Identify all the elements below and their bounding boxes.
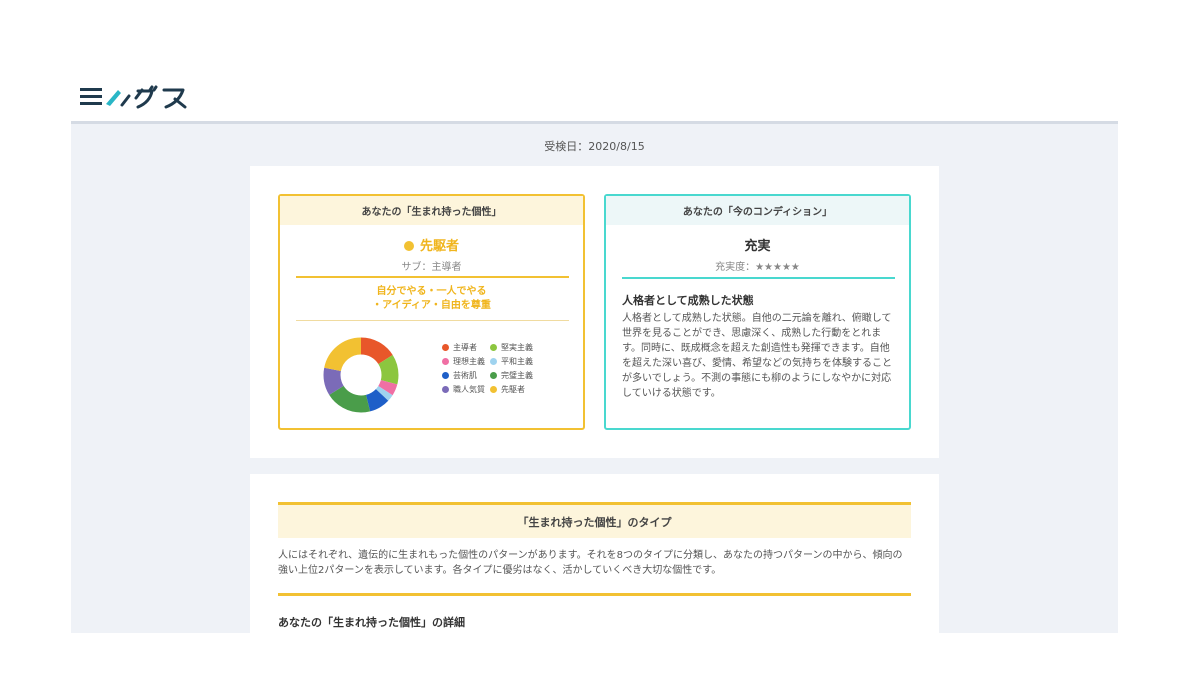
divider <box>622 277 895 279</box>
legend-item: 理想主義 <box>442 356 490 367</box>
legend-label: 主導者 <box>453 343 477 352</box>
personality-sub-type: サブ：主導者 <box>401 262 462 273</box>
legend-label: 芸術肌 <box>453 371 477 380</box>
legend-color-dot <box>490 386 497 393</box>
chart-legend: 主導者 堅実主義理想主義 平和主義芸術肌 完璧主義職人気質 先駆者 <box>442 342 562 395</box>
type-explanation-card: 「生まれ持った個性」のタイプ 人にはそれぞれ、遺伝的に生まれもった個性のパターン… <box>250 474 939 633</box>
condition-panel-header: あなたの「今のコンディション」 <box>606 196 909 225</box>
main-content: 受検日：2020/8/15 あなたの「生まれ持った個性」 先駆者 サブ：主導者 … <box>71 121 1118 633</box>
condition-panel: あなたの「今のコンディション」 充実 充実度：★★★★★ 人格者として成熟した状… <box>604 194 911 430</box>
legend-label: 職人気質 <box>453 385 485 394</box>
section-description: 人にはそれぞれ、遺伝的に生まれもった個性のパターンがあります。それを8つのタイプ… <box>278 550 903 576</box>
legend-label: 完璧主義 <box>501 371 533 380</box>
legend-label: 先駆者 <box>501 385 525 394</box>
legend-label: 理想主義 <box>453 357 485 366</box>
personality-type-name: 先駆者 <box>419 239 459 254</box>
divider <box>278 593 911 596</box>
personality-slogan: 自分でやる・一人でやる ・アイディア・自由を尊重 <box>280 285 583 313</box>
legend-color-dot <box>442 372 449 379</box>
personality-panel: あなたの「生まれ持った個性」 先駆者 サブ：主導者 自分でやる・一人でやる ・ア… <box>278 194 585 430</box>
condition-title: 充実 <box>744 239 771 254</box>
brand-logo <box>80 85 187 109</box>
legend-color-dot <box>490 358 497 365</box>
personality-donut-chart <box>323 337 399 413</box>
legend-color-dot <box>442 358 449 365</box>
divider <box>296 276 569 278</box>
condition-heading: 人格者として成熟した状態 <box>622 294 754 307</box>
detail-heading: あなたの「生まれ持った個性」の詳細 <box>278 616 465 629</box>
legend-item: 主導者 <box>442 342 490 353</box>
slogan-line-2: ・アイディア・自由を尊重 <box>372 300 491 311</box>
section-title: 「生まれ持った個性」のタイプ <box>278 502 911 538</box>
condition-description: 人格者として成熟した状態。自他の二元論を離れ、俯瞰して世界を見ることができ、思慮… <box>622 313 892 399</box>
exam-date: 受検日：2020/8/15 <box>544 140 645 153</box>
personality-type: 先駆者 <box>280 235 583 254</box>
legend-color-dot <box>442 344 449 351</box>
condition-rating: 充実度：★★★★★ <box>715 262 800 273</box>
legend-item: 完璧主義 <box>490 370 550 381</box>
legend-label: 堅実主義 <box>501 343 533 352</box>
legend-item: 堅実主義 <box>490 342 550 353</box>
legend-label: 平和主義 <box>501 357 533 366</box>
personality-panel-header: あなたの「生まれ持った個性」 <box>280 196 583 225</box>
result-summary-card: あなたの「生まれ持った個性」 先駆者 サブ：主導者 自分でやる・一人でやる ・ア… <box>250 166 939 458</box>
legend-color-dot <box>490 372 497 379</box>
legend-item: 平和主義 <box>490 356 550 367</box>
slogan-line-1: 自分でやる・一人でやる <box>376 286 487 297</box>
legend-color-dot <box>442 386 449 393</box>
legend-item: 職人気質 <box>442 384 490 395</box>
legend-item: 芸術肌 <box>442 370 490 381</box>
divider <box>296 320 569 321</box>
type-color-dot <box>403 241 414 251</box>
legend-item: 先駆者 <box>490 384 550 395</box>
legend-color-dot <box>490 344 497 351</box>
